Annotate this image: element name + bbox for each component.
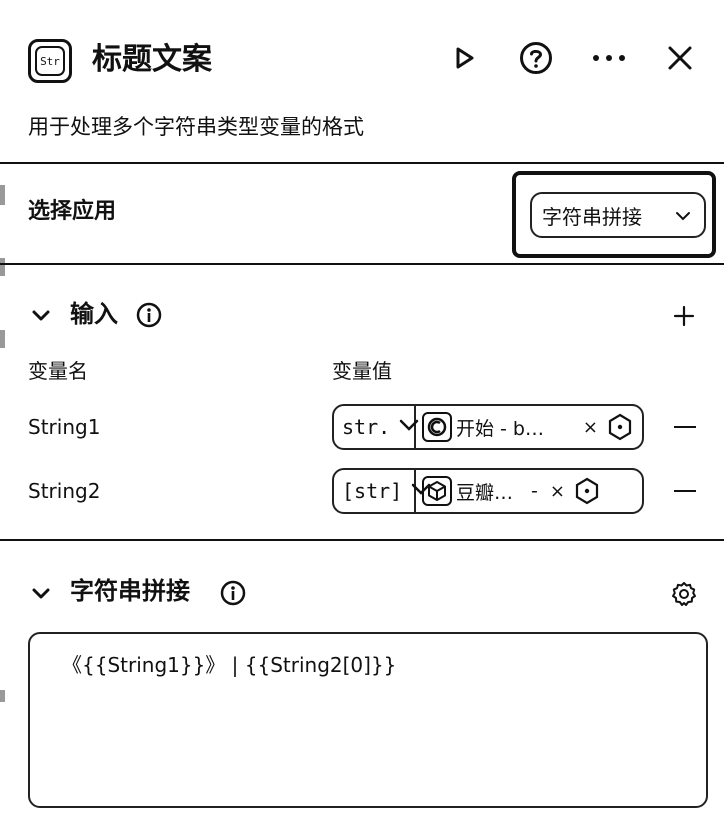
add-variable-plus-icon[interactable] bbox=[670, 302, 698, 330]
close-icon[interactable] bbox=[664, 42, 696, 74]
node-logo: Str bbox=[28, 39, 72, 83]
app-select-dropdown[interactable]: 字符串拼接 bbox=[530, 192, 706, 238]
node-title: 标题文案 bbox=[92, 42, 212, 77]
divider bbox=[0, 539, 724, 541]
chevron-down-icon bbox=[674, 206, 692, 230]
variable-value-field[interactable]: [str] 豆瓣… - × bbox=[332, 468, 644, 514]
help-icon[interactable] bbox=[518, 40, 554, 76]
variable-value-field[interactable]: str. 开始 - b… × bbox=[332, 404, 644, 450]
margin-mark bbox=[0, 330, 5, 348]
variable-name-column-header: 变量名 bbox=[28, 359, 88, 383]
variable-value-column-header: 变量值 bbox=[332, 359, 392, 383]
clear-reference-icon[interactable]: × bbox=[583, 417, 598, 438]
margin-mark bbox=[0, 258, 5, 276]
more-icon[interactable] bbox=[590, 42, 628, 74]
divider bbox=[0, 162, 724, 164]
cube-node-icon bbox=[422, 476, 452, 506]
variable-picker-icon[interactable] bbox=[573, 477, 601, 505]
concat-template-textarea[interactable]: 《{{String1}}》 | {{String2[0]}} bbox=[28, 632, 708, 808]
type-selector[interactable]: [str] bbox=[334, 470, 431, 512]
node-description: 用于处理多个字符串类型变量的格式 bbox=[28, 115, 364, 139]
reference-separator: - bbox=[531, 480, 538, 502]
variable-name-string2: String2 bbox=[28, 479, 101, 503]
margin-mark bbox=[0, 690, 5, 702]
collapse-input-chevron-icon[interactable] bbox=[28, 302, 54, 328]
reference-label: 开始 - b… bbox=[456, 417, 544, 440]
variable-picker-icon[interactable] bbox=[606, 413, 634, 441]
remove-variable-minus-icon[interactable] bbox=[674, 426, 696, 428]
app-select-value: 字符串拼接 bbox=[542, 204, 642, 229]
variable-name-string1: String1 bbox=[28, 415, 101, 439]
start-node-icon bbox=[422, 412, 452, 442]
clear-reference-icon[interactable]: × bbox=[550, 481, 565, 502]
collapse-concat-chevron-icon[interactable] bbox=[28, 580, 54, 606]
select-app-label: 选择应用 bbox=[28, 199, 117, 224]
input-section-title: 输入 bbox=[70, 300, 118, 328]
type-label: [str] bbox=[342, 479, 403, 503]
margin-mark bbox=[0, 185, 5, 205]
type-selector[interactable]: str. bbox=[334, 406, 419, 448]
info-icon[interactable] bbox=[218, 578, 248, 608]
info-icon[interactable] bbox=[134, 300, 164, 330]
variable-reference[interactable]: 豆瓣… - × bbox=[416, 476, 642, 506]
str-logo-icon: Str bbox=[35, 46, 65, 76]
type-label: str. bbox=[342, 415, 391, 439]
gear-icon[interactable] bbox=[668, 578, 700, 610]
play-icon[interactable] bbox=[448, 42, 480, 74]
template-text: 《{{String1}}》 | {{String2[0]}} bbox=[62, 653, 397, 677]
reference-label: 豆瓣… bbox=[456, 481, 514, 504]
concat-section-title: 字符串拼接 bbox=[70, 577, 190, 605]
divider bbox=[0, 263, 724, 265]
remove-variable-minus-icon[interactable] bbox=[674, 490, 696, 492]
variable-reference[interactable]: 开始 - b… × bbox=[416, 412, 642, 442]
